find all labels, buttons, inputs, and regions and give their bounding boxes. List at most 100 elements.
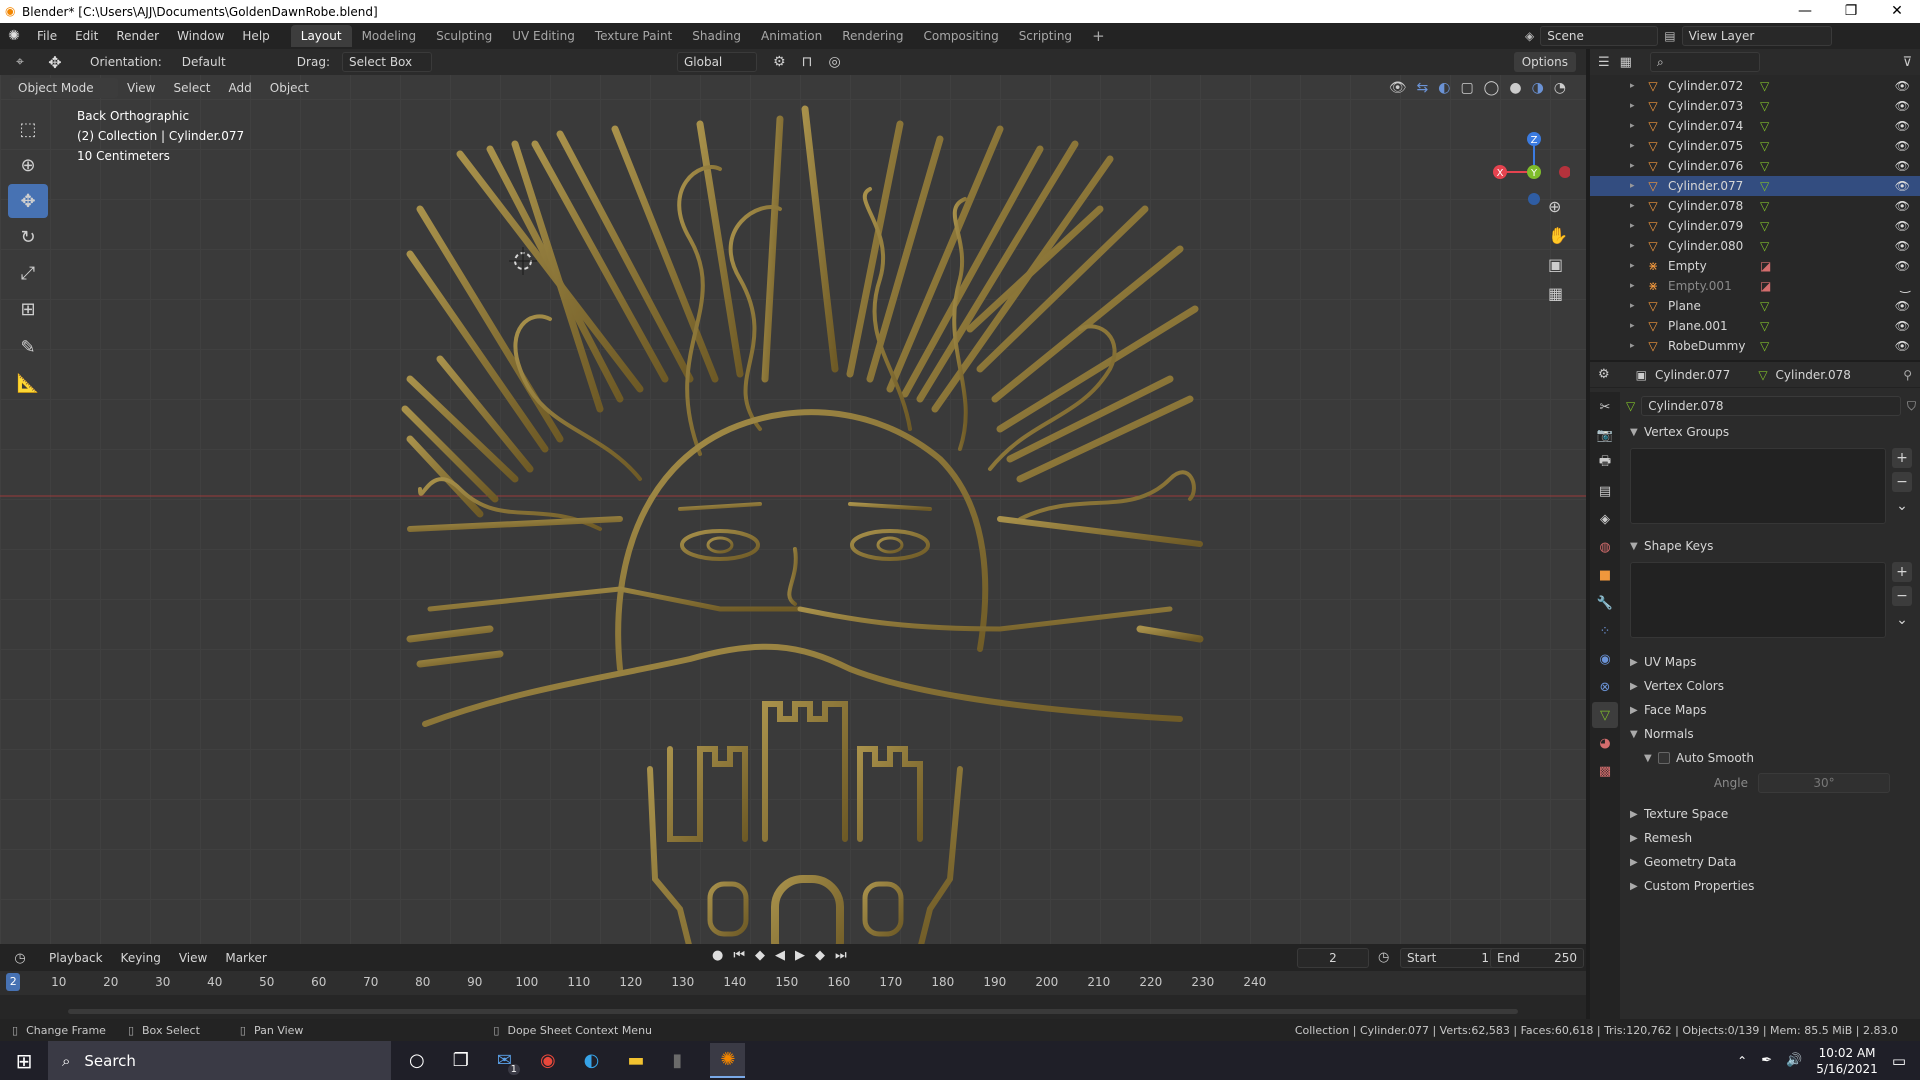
outliner-search-input[interactable]: ⌕ (1649, 52, 1760, 72)
taskbar-search-box[interactable]: ⌕ Search (48, 1041, 391, 1080)
rendered-shading-icon[interactable]: ◔ (1554, 80, 1566, 96)
viewport-menu-add[interactable]: Add (220, 81, 261, 95)
mail-app-icon[interactable]: ✉ 1 (497, 1050, 520, 1075)
visibility-eye-icon[interactable]: 👁 (1895, 219, 1910, 233)
expand-arrow-icon[interactable]: ▸ (1630, 321, 1644, 331)
volume-icon[interactable]: 🔊 (1786, 1053, 1802, 1068)
outliner-editor-icon[interactable]: ☰ (1598, 55, 1610, 70)
zoom-icon[interactable]: ⊕ (1548, 197, 1568, 216)
outliner-row[interactable]: ▸ ▽ Cylinder.078 ▽ 👁 (1590, 196, 1920, 216)
solid-shading-icon[interactable]: ● (1509, 80, 1521, 96)
mesh-data-icon[interactable]: ▽ (1760, 179, 1780, 193)
tab-scripting[interactable]: Scripting (1009, 25, 1082, 47)
empty-data-icon[interactable]: ◪ (1760, 279, 1780, 293)
edge-app-icon[interactable]: ◐ (584, 1050, 600, 1071)
visibility-eye-icon[interactable]: 👁 (1895, 259, 1910, 273)
playhead-marker[interactable]: 2 (6, 973, 21, 991)
panel-normals[interactable]: ▼ Normals (1622, 722, 1920, 746)
panel-texture-space[interactable]: ▶ Texture Space (1622, 802, 1920, 826)
add-vertex-group-button[interactable]: + (1892, 448, 1912, 468)
transform-tool-icon[interactable]: ⊞ (8, 292, 48, 326)
proportional-edit-icon[interactable]: ◎ (828, 54, 840, 70)
tab-modeling[interactable]: Modeling (352, 25, 427, 47)
windows-start-icon[interactable]: ⊞ (0, 1049, 48, 1073)
render-tab-icon[interactable]: 📷 (1592, 422, 1618, 448)
camera-view-icon[interactable]: ▣ (1548, 255, 1568, 274)
menu-window[interactable]: Window (168, 29, 233, 43)
expand-arrow-icon[interactable]: ▸ (1630, 181, 1644, 191)
visibility-eye-icon[interactable]: 👁 (1895, 199, 1910, 213)
mesh-data-icon[interactable]: ▽ (1760, 139, 1780, 153)
timeline-editor-icon[interactable]: ◷ (0, 951, 40, 966)
mesh-data-icon[interactable]: ▽ (1760, 159, 1780, 173)
expand-arrow-icon[interactable]: ▸ (1630, 221, 1644, 231)
panel-geometry-data[interactable]: ▶ Geometry Data (1622, 850, 1920, 874)
timeline-menu-playback[interactable]: Playback (40, 951, 112, 965)
prev-keyframe-icon[interactable]: ◆ (755, 948, 765, 963)
panel-face-maps[interactable]: ▶ Face Maps (1622, 698, 1920, 722)
tab-shading[interactable]: Shading (682, 25, 751, 47)
select-box-tool-icon[interactable]: ⬚ (8, 112, 48, 146)
orientation-dropdown[interactable]: Default (182, 55, 287, 69)
expand-arrow-icon[interactable]: ▸ (1630, 301, 1644, 311)
visibility-icon[interactable]: 👁 (1389, 80, 1407, 96)
mesh-data-tab-icon[interactable]: ▽ (1592, 702, 1618, 728)
pan-hand-icon[interactable]: ✋ (1548, 226, 1568, 245)
wireframe-shading-icon[interactable]: ◯ (1484, 80, 1500, 96)
mesh-data-icon[interactable]: ▽ (1760, 199, 1780, 213)
expand-arrow-icon[interactable]: ▸ (1630, 241, 1644, 251)
mesh-data-icon[interactable]: ▽ (1760, 219, 1780, 233)
outliner-row[interactable]: ▸ ⋇ Empty ◪ 👁 (1590, 256, 1920, 276)
notifications-icon[interactable]: ▭ (1892, 1052, 1906, 1070)
expand-arrow-icon[interactable]: ▸ (1630, 261, 1644, 271)
outliner-row[interactable]: ▸ ▽ Cylinder.076 ▽ 👁 (1590, 156, 1920, 176)
visibility-eye-icon[interactable]: 👁 (1895, 99, 1910, 113)
pen-icon[interactable]: ✒ (1761, 1053, 1772, 1068)
blender-app-icon[interactable]: ✺ (710, 1043, 746, 1078)
visibility-eye-icon[interactable]: 👁 (1895, 79, 1910, 93)
datablock-icon[interactable]: ▽ (1626, 399, 1635, 413)
expand-arrow-icon[interactable]: ▸ (1630, 141, 1644, 151)
panel-uv-maps[interactable]: ▶ UV Maps (1622, 650, 1920, 674)
modifier-tab-icon[interactable]: 🔧 (1592, 590, 1618, 616)
outliner-row[interactable]: ▸ ▽ Cylinder.073 ▽ 👁 (1590, 96, 1920, 116)
mesh-data-icon[interactable]: ▽ (1760, 99, 1780, 113)
pin-icon[interactable]: ⚲ (1903, 368, 1912, 382)
transform-orientation-dropdown[interactable]: Global (676, 52, 757, 72)
filter-icon[interactable]: ⊽ (1902, 55, 1912, 70)
jump-start-icon[interactable]: ⏮ (733, 948, 745, 963)
outliner-row[interactable]: ▸ ▽ Cylinder.074 ▽ 👁 (1590, 116, 1920, 136)
vertex-groups-list[interactable] (1630, 448, 1886, 524)
outliner-row[interactable]: ▸ ▽ Cylinder.075 ▽ 👁 (1590, 136, 1920, 156)
outliner-row[interactable]: ▸ ▽ Cylinder.079 ▽ 👁 (1590, 216, 1920, 236)
empty-data-icon[interactable]: ◪ (1760, 259, 1780, 273)
mesh-data-icon[interactable]: ▽ (1760, 119, 1780, 133)
panel-shape-keys[interactable]: ▼ Shape Keys (1622, 534, 1920, 558)
record-icon[interactable]: ● (712, 948, 723, 963)
datablock-name-field[interactable]: Cylinder.078 (1641, 396, 1901, 416)
viewport-menu-view[interactable]: View (118, 81, 164, 95)
angle-field[interactable]: 30° (1758, 773, 1890, 793)
taskbar-clock[interactable]: 10:02 AM 5/16/2021 (1816, 1045, 1878, 1077)
start-frame-field[interactable]: Start 1 (1400, 948, 1496, 968)
expand-arrow-icon[interactable]: ▸ (1630, 341, 1644, 351)
scale-tool-icon[interactable]: ⤢ (8, 256, 48, 290)
add-workspace-button[interactable]: + (1082, 23, 1115, 49)
timeline-ruler[interactable]: 2 10 20 30 40 50 60 70 80 90 100 110 120 130 140 150 160… (0, 971, 1586, 995)
shape-key-specials-icon[interactable]: ⌄ (1892, 610, 1912, 630)
outliner-row[interactable]: ▸ ▽ Cylinder.072 ▽ 👁 (1590, 76, 1920, 96)
move-tool-button-icon[interactable]: ✥ (8, 184, 48, 218)
close-button[interactable]: ✕ (1874, 0, 1920, 23)
tab-texture-paint[interactable]: Texture Paint (585, 25, 682, 47)
file-explorer-icon[interactable]: ▬ (627, 1050, 644, 1071)
visibility-eye-icon[interactable]: 👁 (1895, 159, 1910, 173)
properties-editor-icon[interactable]: ⚙ (1598, 367, 1610, 382)
timeline-menu-view[interactable]: View (170, 951, 216, 965)
expand-arrow-icon[interactable]: ▸ (1630, 101, 1644, 111)
panel-vertex-groups[interactable]: ▼ Vertex Groups (1622, 420, 1920, 444)
rotate-tool-icon[interactable]: ↻ (8, 220, 48, 254)
panel-remesh[interactable]: ▶ Remesh (1622, 826, 1920, 850)
expand-arrow-icon[interactable]: ▸ (1630, 281, 1644, 291)
fake-user-shield-icon[interactable]: ⛉ (1907, 399, 1916, 414)
timeline-menu-keying[interactable]: Keying (112, 951, 170, 965)
